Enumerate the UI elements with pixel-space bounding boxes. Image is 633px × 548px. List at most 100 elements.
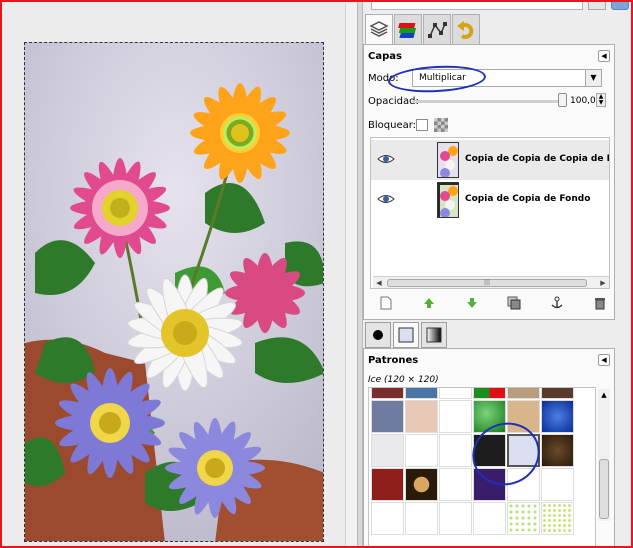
pattern-swatch[interactable] — [371, 400, 404, 433]
lock-label: Bloquear: — [368, 120, 417, 131]
top-field[interactable] — [371, 0, 583, 10]
pattern-swatch[interactable] — [405, 502, 438, 535]
pattern-swatch[interactable] — [371, 388, 404, 399]
top-button[interactable] — [588, 0, 606, 10]
layer-name: Copia de Copia de Copia de Fondo — [465, 154, 609, 164]
delete-layer-button[interactable] — [592, 295, 608, 311]
dock-tabs — [365, 14, 481, 45]
layer-name: Copia de Copia de Fondo — [465, 194, 591, 204]
raise-layer-icon — [423, 298, 434, 308]
canvas-vertical-scrollbar[interactable] — [345, 4, 357, 548]
selected-pattern-info: Ice (120 × 120) — [368, 375, 439, 385]
pattern-swatch[interactable] — [439, 468, 472, 501]
pattern-swatch[interactable] — [473, 400, 506, 433]
pattern-swatch[interactable] — [473, 388, 506, 399]
gradient-icon — [426, 327, 442, 343]
patterns-panel-title: Patrones — [368, 355, 419, 366]
layer-row[interactable]: Copia de Copia de Copia de Fondo — [371, 140, 609, 180]
lock-pixels-checkbox[interactable] — [416, 119, 428, 131]
pattern-swatch[interactable] — [507, 388, 540, 399]
layers-panel: Capas ◀ Modo: Multiplicar ▼ Opacidad: 10… — [363, 44, 615, 320]
brush-icon — [373, 330, 383, 340]
lock-alpha-icon[interactable] — [434, 118, 448, 132]
undo-icon — [457, 20, 474, 39]
layers-icon — [369, 21, 389, 37]
pattern-swatch[interactable] — [541, 468, 574, 501]
pattern-vertical-scrollbar[interactable]: ▲ — [598, 389, 610, 521]
layer-thumbnail — [437, 182, 459, 218]
scroll-left-icon[interactable]: ◀ — [374, 278, 384, 288]
pattern-swatch[interactable] — [439, 502, 472, 535]
tab-patterns[interactable] — [393, 322, 419, 348]
scroll-right-icon[interactable]: ▶ — [598, 278, 608, 288]
top-toolbar-strip — [363, 0, 631, 12]
pattern-swatch[interactable] — [405, 434, 438, 467]
flower-image — [25, 43, 323, 541]
pattern-icon — [398, 327, 414, 343]
brushes-patterns-gradients-tabs — [365, 322, 449, 348]
pattern-swatch[interactable] — [541, 400, 574, 433]
anchor-layer-button[interactable] — [549, 295, 565, 311]
pattern-swatch[interactable] — [371, 434, 404, 467]
raise-layer-button[interactable] — [421, 295, 437, 311]
lower-layer-button[interactable] — [464, 295, 480, 311]
layers-panel-title: Capas — [368, 51, 402, 62]
new-layer-icon — [380, 296, 392, 310]
tab-paths[interactable] — [423, 14, 451, 44]
scroll-thumb[interactable] — [599, 459, 609, 519]
pattern-swatch[interactable] — [439, 400, 472, 433]
scroll-up-icon[interactable]: ▲ — [599, 390, 609, 400]
layer-list: Copia de Copia de Copia de Fondo Copia d… — [370, 137, 610, 289]
duplicate-layer-button[interactable] — [506, 295, 522, 311]
patterns-panel-menu-button[interactable]: ◀ — [598, 354, 610, 366]
pattern-swatch[interactable] — [405, 400, 438, 433]
layer-row[interactable]: Copia de Copia de Fondo — [371, 180, 609, 220]
tab-layers[interactable] — [365, 14, 393, 45]
mode-annotation-circle — [387, 63, 487, 95]
pattern-swatch[interactable] — [541, 502, 574, 535]
image-canvas-area[interactable] — [2, 2, 357, 548]
layers-panel-menu-button[interactable]: ◀ — [598, 50, 610, 62]
tab-gradients[interactable] — [421, 322, 447, 348]
pattern-swatch[interactable] — [405, 388, 438, 399]
paths-icon — [428, 21, 447, 38]
layer-thumbnail — [437, 142, 459, 178]
pattern-swatch[interactable] — [371, 502, 404, 535]
tab-undo-history[interactable] — [452, 14, 480, 44]
lower-layer-icon — [466, 298, 477, 308]
tab-channels[interactable] — [394, 14, 422, 44]
scroll-thumb[interactable]: ||| — [387, 279, 587, 287]
right-dock: Capas ◀ Modo: Multiplicar ▼ Opacidad: 10… — [363, 0, 631, 548]
pattern-swatch-selected[interactable] — [507, 434, 540, 467]
pattern-swatch[interactable] — [473, 434, 506, 467]
layer-actions-bar — [378, 295, 608, 313]
channels-icon — [398, 22, 417, 38]
patterns-panel: Patrones ◀ Ice (120 × 120) ▲ — [363, 348, 615, 548]
tab-brushes[interactable] — [365, 322, 391, 348]
eye-icon[interactable] — [377, 192, 395, 206]
pattern-swatch[interactable] — [473, 468, 506, 501]
opacity-slider-handle[interactable] — [558, 93, 567, 107]
top-button-blue[interactable] — [611, 0, 629, 10]
pattern-swatch[interactable] — [473, 502, 506, 535]
opacity-slider[interactable] — [412, 100, 562, 103]
eye-icon[interactable] — [377, 152, 395, 166]
pattern-swatch[interactable] — [541, 434, 574, 467]
pattern-swatch[interactable] — [507, 400, 540, 433]
pattern-swatch[interactable] — [439, 434, 472, 467]
chevron-down-icon[interactable]: ▼ — [585, 70, 601, 86]
opacity-value: 100,0 — [570, 96, 596, 106]
delete-layer-icon — [594, 298, 605, 310]
pattern-swatch[interactable] — [507, 468, 540, 501]
duplicate-layer-icon — [507, 296, 521, 310]
pattern-swatch[interactable] — [371, 468, 404, 501]
pattern-swatch[interactable] — [541, 388, 574, 399]
image-canvas[interactable] — [24, 42, 324, 542]
pattern-swatch[interactable] — [507, 502, 540, 535]
new-layer-button[interactable] — [378, 295, 394, 311]
pattern-swatch[interactable] — [405, 468, 438, 501]
layer-list-horizontal-scrollbar[interactable]: ◀ ||| ▶ — [373, 276, 609, 288]
anchor-layer-icon — [551, 296, 563, 309]
pattern-swatch[interactable] — [439, 388, 472, 399]
opacity-spinner[interactable]: ▲ ▼ — [596, 93, 606, 107]
